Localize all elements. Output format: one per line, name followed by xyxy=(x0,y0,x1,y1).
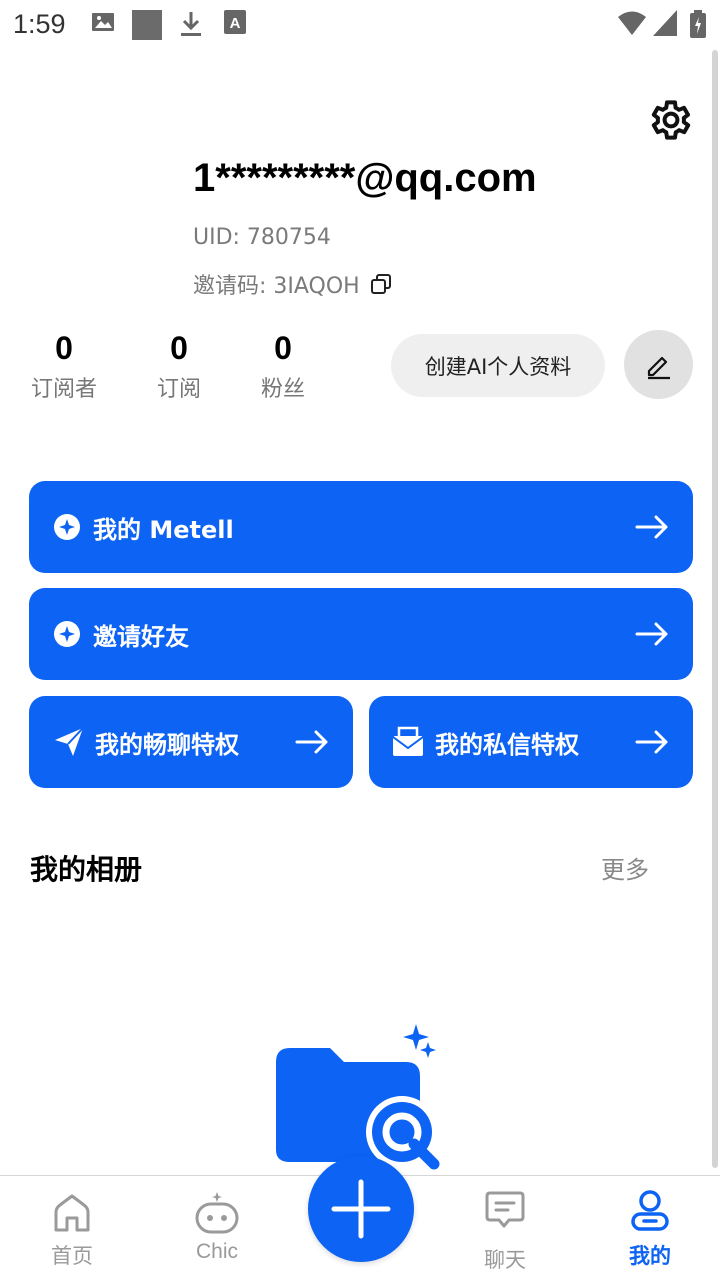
tab-chic-label: Chic xyxy=(195,1240,238,1263)
envelope-icon xyxy=(392,726,424,756)
tab-me[interactable]: 我的 xyxy=(590,1176,710,1281)
album-title: 我的相册 xyxy=(30,853,143,886)
chat-icon xyxy=(485,1191,525,1228)
profile-icon xyxy=(631,1190,669,1231)
stat-fans-label: 粉丝 xyxy=(260,377,305,402)
edit-profile-button[interactable] xyxy=(624,330,693,399)
create-post-button[interactable] xyxy=(308,1156,414,1262)
stat-subscribers-label: 订阅者 xyxy=(30,377,97,402)
stat-subscriptions[interactable]: 0 订阅 xyxy=(134,330,224,403)
paper-plane-icon xyxy=(55,727,84,756)
arrow-right-icon xyxy=(635,515,668,539)
account-email: 1*********@qq.com xyxy=(193,156,537,200)
wifi-icon xyxy=(618,11,646,35)
text-icon: A xyxy=(224,10,246,34)
my-metell-card[interactable]: 我的 Metell xyxy=(29,481,693,573)
download-icon xyxy=(181,12,201,36)
tab-chic[interactable]: Chic xyxy=(157,1176,277,1281)
home-icon xyxy=(54,1194,90,1232)
sparkle-badge-icon xyxy=(54,621,80,647)
scrollbar[interactable] xyxy=(712,50,718,1168)
user-id: UID: 780754 xyxy=(193,225,331,250)
message-privilege-label: 我的私信特权 xyxy=(435,730,579,759)
stat-subscriptions-label: 订阅 xyxy=(156,377,201,402)
tab-chat[interactable]: 聊天 xyxy=(445,1176,565,1281)
arrow-right-icon xyxy=(635,730,668,754)
pencil-icon xyxy=(647,356,670,379)
arrow-right-icon xyxy=(635,622,668,646)
invite-code-text: 邀请码: 3IAQOH xyxy=(193,274,360,299)
tab-home-label: 首页 xyxy=(51,1244,93,1268)
status-bar: 1:59 A xyxy=(0,0,720,50)
stat-fans-value: 0 xyxy=(274,330,292,366)
tab-chat-label: 聊天 xyxy=(484,1248,526,1272)
signal-icon xyxy=(653,10,677,36)
status-time: 1:59 xyxy=(13,9,66,39)
create-ai-profile-button[interactable]: 创建AI个人资料 xyxy=(391,334,605,397)
stat-subscribers-value: 0 xyxy=(55,330,73,366)
invite-friends-card[interactable]: 邀请好友 xyxy=(29,588,693,680)
album-more-link[interactable]: 更多 xyxy=(601,850,649,885)
tab-home[interactable]: 首页 xyxy=(12,1176,132,1281)
battery-icon xyxy=(690,10,706,38)
plus-icon xyxy=(331,1179,391,1239)
message-privilege-card[interactable]: 我的私信特权 xyxy=(369,696,693,788)
chat-privilege-label: 我的畅聊特权 xyxy=(95,730,239,759)
stat-subscribers[interactable]: 0 订阅者 xyxy=(19,330,109,403)
stat-subscriptions-value: 0 xyxy=(170,330,188,366)
sparkle-badge-icon xyxy=(54,514,80,540)
invite-friends-label: 邀请好友 xyxy=(93,622,189,651)
my-metell-label: 我的 Metell xyxy=(93,515,234,544)
settings-gear-icon[interactable] xyxy=(645,96,693,144)
tab-me-label: 我的 xyxy=(629,1244,671,1268)
robot-icon xyxy=(195,1192,239,1234)
arrow-right-icon xyxy=(295,730,328,754)
chat-privilege-card[interactable]: 我的畅聊特权 xyxy=(29,696,353,788)
invite-code-row: 邀请码: 3IAQOH xyxy=(193,268,392,300)
square-icon xyxy=(132,10,162,40)
svg-text:A: A xyxy=(230,15,241,32)
image-icon xyxy=(92,13,114,31)
copy-icon[interactable] xyxy=(370,273,392,295)
stat-fans[interactable]: 0 粉丝 xyxy=(238,330,328,403)
